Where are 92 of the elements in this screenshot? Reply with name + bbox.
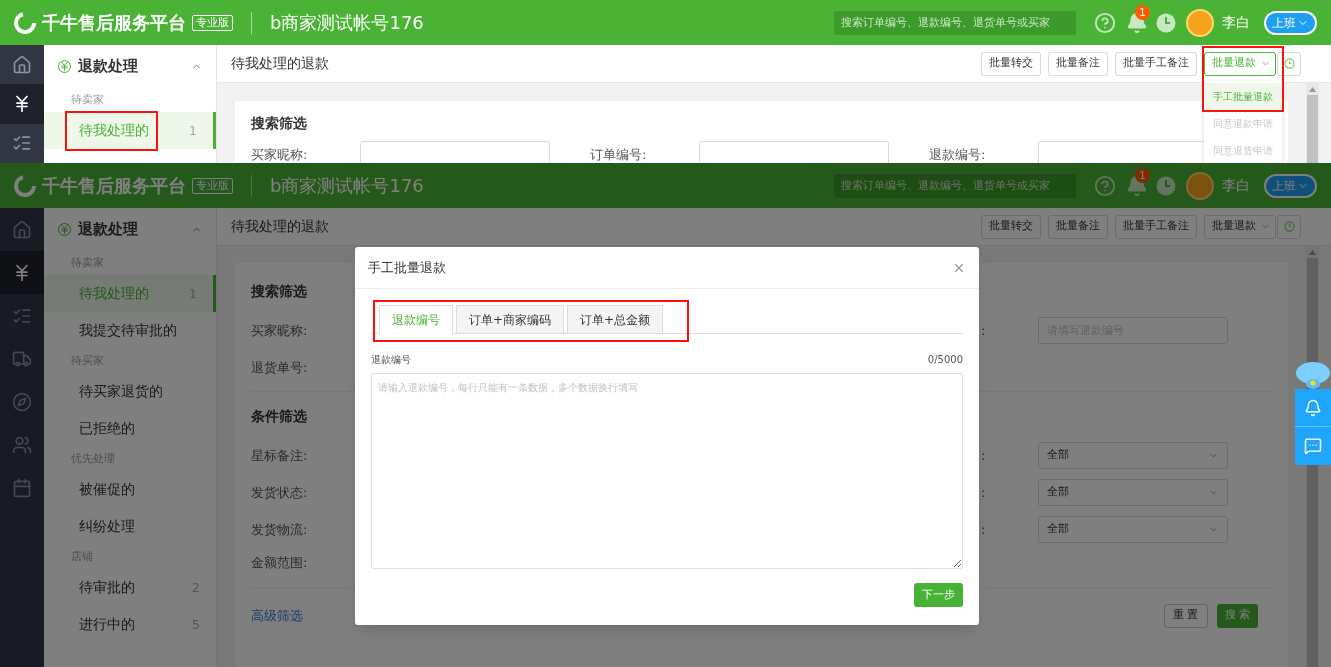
sidebar-item[interactable]: 已拒绝的: [44, 410, 216, 447]
logo-icon: [14, 174, 36, 197]
field-label: :: [981, 483, 986, 502]
field-label: 退货单号:: [251, 358, 308, 377]
elephant-mascot-drawing: [1295, 361, 1331, 389]
help-icon[interactable]: [1094, 11, 1116, 34]
sidebar-item[interactable]: 被催促的: [44, 471, 216, 508]
select-field[interactable]: 全部: [1038, 442, 1228, 469]
avatar[interactable]: [1186, 8, 1214, 37]
shop-name: b商家测试帐号176: [270, 174, 424, 198]
toolbar-button[interactable]: 批量转交: [981, 214, 1041, 239]
field-label: 退款编号: [371, 353, 412, 367]
status-button[interactable]: 上班: [1264, 10, 1317, 35]
clock-icon: [1283, 58, 1295, 69]
calendar-icon: [12, 477, 32, 498]
toolbar-button[interactable]: 批量转交: [981, 51, 1041, 76]
section-heading: 搜索筛选: [251, 282, 307, 301]
section-title: 退款处理: [78, 56, 138, 78]
yen-icon: [58, 223, 71, 236]
advanced-filter-link[interactable]: 高级筛选: [251, 605, 303, 626]
chat-button[interactable]: [1295, 427, 1331, 465]
sidebar-item[interactable]: 待买家退货的: [44, 373, 216, 410]
home-icon: [12, 54, 32, 75]
history-button[interactable]: [1277, 214, 1301, 239]
field-label: 发货物流:: [251, 520, 308, 539]
select-field[interactable]: 全部: [1038, 516, 1228, 543]
toolbar-button[interactable]: 批量手工备注: [1115, 214, 1197, 239]
clock-icon: [1283, 221, 1295, 232]
history-button[interactable]: [1277, 51, 1301, 76]
yen-icon: [58, 60, 71, 73]
help-icon[interactable]: [1094, 174, 1116, 197]
field-label: 买家昵称:: [251, 145, 308, 163]
text-field[interactable]: [360, 141, 550, 163]
tab[interactable]: 订单+商家编码: [456, 305, 565, 334]
field-label: 金额范围:: [251, 554, 308, 572]
tab[interactable]: 订单+总金额: [567, 305, 664, 334]
shop-name: b商家测试帐号176: [270, 11, 424, 35]
field-label: :: [981, 321, 986, 340]
chat-icon: [1304, 437, 1322, 455]
toolbar-button[interactable]: 批量手工备注: [1115, 51, 1197, 76]
sidebar-item[interactable]: 待我处理的 1: [44, 112, 216, 149]
section-heading: 搜索筛选: [251, 114, 307, 133]
avatar[interactable]: [1186, 171, 1214, 200]
compass-icon: [12, 391, 32, 412]
batch-refund-dropdown[interactable]: 批量退款: [1204, 214, 1276, 239]
reset-button[interactable]: 重 置: [1164, 603, 1208, 628]
toolbar-button[interactable]: 批量备注: [1048, 51, 1108, 76]
scroll-up-icon[interactable]: [1309, 250, 1316, 255]
toolbar-button[interactable]: 批量备注: [1048, 214, 1108, 239]
bell-icon: [1304, 398, 1322, 417]
char-counter: 0/5000: [927, 353, 963, 367]
field-label: 发货状态:: [251, 483, 308, 502]
home-icon: [12, 219, 32, 240]
tab[interactable]: 退款编号: [379, 305, 453, 334]
scroll-up-icon[interactable]: [1309, 87, 1316, 92]
select-field[interactable]: 全部: [1038, 479, 1228, 506]
item-count: 1: [188, 121, 197, 140]
menu-item[interactable]: 手工批量退款: [1204, 82, 1282, 110]
field-label: 买家昵称:: [251, 321, 308, 340]
search-field[interactable]: 搜索订单编号、退款编号、退货单号或买家: [834, 10, 1076, 35]
section-heading: 条件筛选: [251, 407, 307, 426]
dialog-title: 手工批量退款: [368, 258, 447, 277]
app-title: 千牛售后服务平台: [42, 174, 186, 198]
field-label: 退款编号:: [929, 145, 986, 163]
rail-item[interactable]: [0, 84, 44, 124]
next-button[interactable]: 下一步: [914, 583, 963, 607]
notification-badge: 1: [1135, 167, 1150, 183]
edition-badge: 专业版: [192, 14, 233, 31]
user-name: 李白: [1222, 13, 1250, 32]
group-label: 待卖家: [70, 91, 105, 108]
sidebar-item[interactable]: 纠纷处理: [44, 508, 216, 545]
edition-badge: 专业版: [192, 177, 233, 194]
clock-icon[interactable]: [1156, 175, 1176, 196]
users-icon: [12, 434, 32, 455]
field-label: 订单编号:: [590, 145, 647, 163]
reminder-button[interactable]: [1295, 389, 1331, 427]
field-label: :: [981, 446, 986, 465]
app-title: 千牛售后服务平台: [42, 11, 186, 35]
sidebar-item[interactable]: 我提交待审批的: [44, 312, 216, 349]
field-label: 星标备注:: [251, 446, 308, 465]
batch-refund-dropdown[interactable]: 批量退款: [1204, 51, 1276, 76]
user-name: 李白: [1222, 176, 1250, 195]
field-label: :: [981, 520, 986, 539]
status-button[interactable]: 上班: [1264, 173, 1317, 198]
page-title: 待我处理的退款: [231, 217, 329, 236]
text-field[interactable]: [699, 141, 889, 163]
clock-icon[interactable]: [1156, 12, 1176, 33]
notification-badge: 1: [1135, 4, 1150, 20]
page-title: 待我处理的退款: [231, 54, 329, 73]
section-title: 退款处理: [78, 219, 138, 241]
scrollbar[interactable]: [1306, 83, 1319, 163]
logo-icon: [14, 11, 36, 34]
